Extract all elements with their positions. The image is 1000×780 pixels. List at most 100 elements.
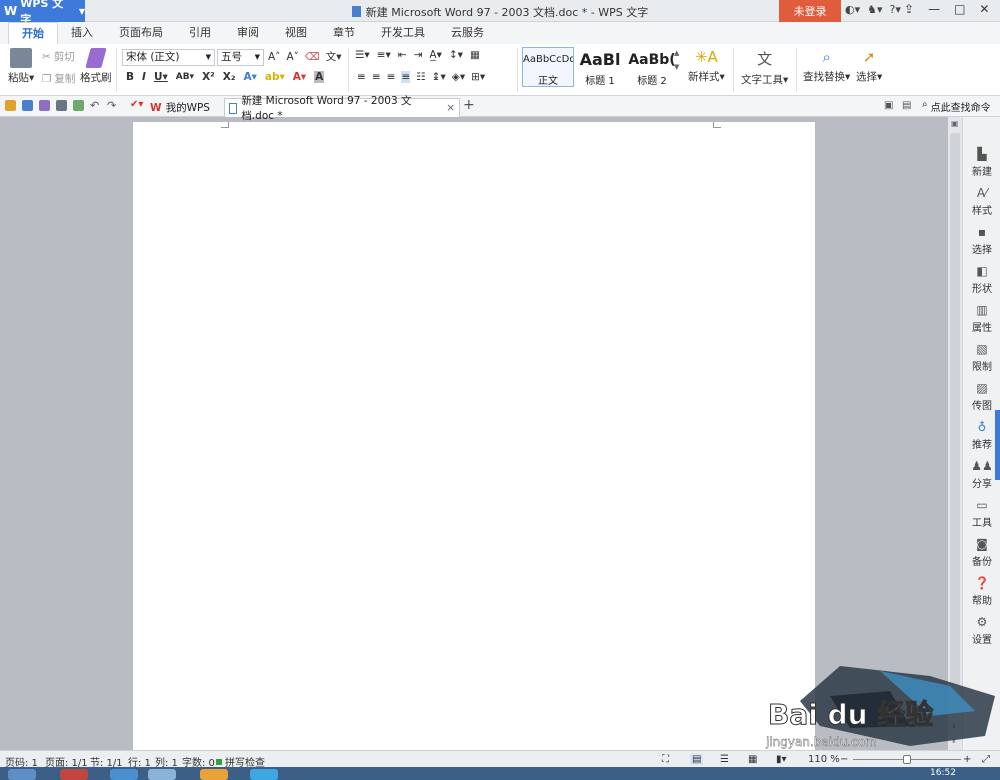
tab-chapter[interactable]: 章节 (320, 22, 368, 44)
taskbar-app-icon[interactable] (200, 769, 228, 780)
font-color-icon[interactable]: A▾ (293, 71, 306, 83)
grow-font-icon[interactable]: A˄ (268, 51, 280, 63)
decrease-indent-icon[interactable]: ⇤ (398, 49, 407, 61)
side-select[interactable]: ▪ 选择 (963, 225, 1000, 256)
help-icon[interactable]: ?▾ (890, 3, 901, 16)
style-gallery-scroll[interactable]: ▲ ▼ (674, 49, 679, 71)
scrollbar-thumb[interactable] (950, 133, 960, 686)
line-spacing-icon[interactable]: ↨▾ (432, 71, 446, 83)
reading-view-icon[interactable]: ▮▾ (776, 754, 787, 765)
style-normal[interactable]: AaBbCcDd 正文 (522, 47, 574, 87)
print-icon[interactable] (56, 100, 67, 111)
cut-button[interactable]: ✂ 剪切 (42, 49, 75, 64)
page-view-icon[interactable]: ▤ (690, 754, 704, 765)
command-search[interactable]: ⌕ 点此查找命令 (922, 99, 991, 114)
maximize-button[interactable]: □ (954, 2, 965, 16)
increase-indent-icon[interactable]: ⇥ (414, 49, 423, 61)
save-icon[interactable] (22, 100, 33, 111)
char-shading-icon[interactable]: A (314, 71, 325, 83)
paste-button[interactable]: 粘贴▾ (8, 48, 34, 85)
side-backup[interactable]: ◙ 备份 (963, 537, 1000, 568)
bold-icon[interactable]: B (126, 71, 134, 83)
zoom-in-icon[interactable]: + (963, 754, 971, 765)
highlight-icon[interactable]: ab▾ (265, 71, 285, 83)
zoom-out-icon[interactable]: − (840, 754, 848, 765)
tab-developer[interactable]: 开发工具 (368, 22, 438, 44)
tab-home[interactable]: 开始 (8, 22, 58, 44)
align-left-icon[interactable]: ≡ (357, 71, 366, 83)
distribute-icon[interactable]: ☷ (416, 71, 425, 83)
side-tools[interactable]: ▭ 工具 (963, 498, 1000, 529)
clear-format-icon[interactable]: ⌫ (305, 51, 320, 63)
underline-icon[interactable]: U▾ (154, 71, 168, 83)
align-center-icon[interactable]: ≡ (372, 71, 381, 83)
copy-button[interactable]: ❐ 复制 (42, 71, 75, 86)
tab-cloud[interactable]: 云服务 (438, 22, 497, 44)
side-shapes[interactable]: ◧ 形状 (963, 264, 1000, 295)
style-heading-2[interactable]: AaBb( 标题 2 (626, 47, 678, 87)
open-icon[interactable] (5, 100, 16, 111)
strikethrough-icon[interactable]: AB▾ (176, 72, 194, 82)
style-heading-1[interactable]: AaBl 标题 1 (574, 47, 626, 87)
side-help[interactable]: ❓ 帮助 (963, 576, 1000, 607)
doc-list-icon[interactable]: ▣ (884, 100, 893, 111)
phonetic-icon[interactable]: 文▾ (326, 49, 342, 64)
text-direction-icon[interactable]: A̲▾ (429, 49, 441, 61)
undo-icon[interactable]: ↶ (90, 99, 99, 112)
scroll-top-icon[interactable]: ▣ (951, 119, 959, 128)
shirt-icon[interactable]: ♞▾ (867, 3, 882, 16)
sort-icon[interactable]: ↕▾ (449, 49, 463, 61)
subscript-icon[interactable]: X₂ (223, 71, 236, 83)
table-icon[interactable]: ▦ (470, 49, 480, 61)
font-name-select[interactable]: 宋体 (正文) ▼ (122, 49, 215, 66)
zoom-slider-handle[interactable] (903, 755, 911, 764)
web-view-icon[interactable]: ▦ (748, 754, 757, 765)
tab-references[interactable]: 引用 (176, 22, 224, 44)
zoom-level[interactable]: 110 % (808, 754, 840, 765)
shading-icon[interactable]: ◈▾ (452, 71, 465, 83)
fit-page-icon[interactable]: ⤢ (982, 754, 990, 765)
tab-page-layout[interactable]: 页面布局 (106, 22, 176, 44)
side-properties[interactable]: ▥ 属性 (963, 303, 1000, 334)
text-effect-icon[interactable]: A▾ (243, 71, 256, 83)
side-restrict[interactable]: ▧ 限制 (963, 342, 1000, 373)
skin-icon[interactable]: ◐▾ (845, 3, 860, 16)
side-new[interactable]: ▙ 新建 (963, 147, 1000, 178)
text-tools-button[interactable]: 文 文字工具▾ (741, 48, 788, 87)
taskbar-app-icon[interactable] (60, 769, 88, 780)
full-screen-icon[interactable]: ⛶ (662, 754, 669, 765)
tab-review[interactable]: 审阅 (224, 22, 272, 44)
align-right-icon[interactable]: ≡ (387, 71, 396, 83)
side-upload-image[interactable]: ▨ 传图 (963, 381, 1000, 412)
justify-icon[interactable]: ≡ (401, 71, 411, 83)
bullet-list-icon[interactable]: ☰▾ (355, 49, 370, 61)
minimize-button[interactable]: — (928, 2, 940, 16)
select-button[interactable]: ➚ 选择▾ (856, 48, 882, 84)
comment-icon[interactable]: ▤ (902, 100, 911, 111)
pin-icon[interactable]: ⇪ (904, 2, 914, 16)
side-settings[interactable]: ⚙ 设置 (963, 615, 1000, 646)
outline-view-icon[interactable]: ☰ (720, 754, 729, 765)
font-size-select[interactable]: 五号 ▼ (217, 49, 264, 66)
new-style-button[interactable]: ✳A 新样式▾ (688, 48, 725, 84)
tab-view[interactable]: 视图 (272, 22, 320, 44)
document-page[interactable] (133, 122, 815, 750)
new-tab-icon[interactable]: + (463, 97, 475, 113)
numbered-list-icon[interactable]: ≡▾ (377, 49, 391, 61)
customize-icon[interactable]: ✔▾ (130, 99, 143, 110)
shrink-font-icon[interactable]: A˅ (286, 51, 298, 63)
tab-insert[interactable]: 插入 (58, 22, 106, 44)
side-styles[interactable]: A⁄ 样式 (963, 186, 1000, 217)
start-button-icon[interactable] (8, 769, 36, 780)
redo-icon[interactable]: ↷ (107, 99, 116, 112)
close-icon[interactable]: × (446, 102, 455, 114)
doc-tab-current[interactable]: 新建 Microsoft Word 97 - 2003 文档.doc * × (224, 95, 460, 122)
taskbar-app-icon[interactable] (148, 769, 176, 780)
pane-collapse-handle[interactable] (995, 410, 1000, 480)
taskbar-app-icon[interactable] (250, 769, 278, 780)
close-button[interactable]: ✕ (979, 2, 989, 16)
login-button[interactable]: 未登录 (779, 0, 841, 22)
find-replace-button[interactable]: ⌕ 查找替换▾ (803, 48, 850, 84)
superscript-icon[interactable]: X² (202, 71, 215, 83)
italic-icon[interactable]: I (142, 71, 146, 83)
